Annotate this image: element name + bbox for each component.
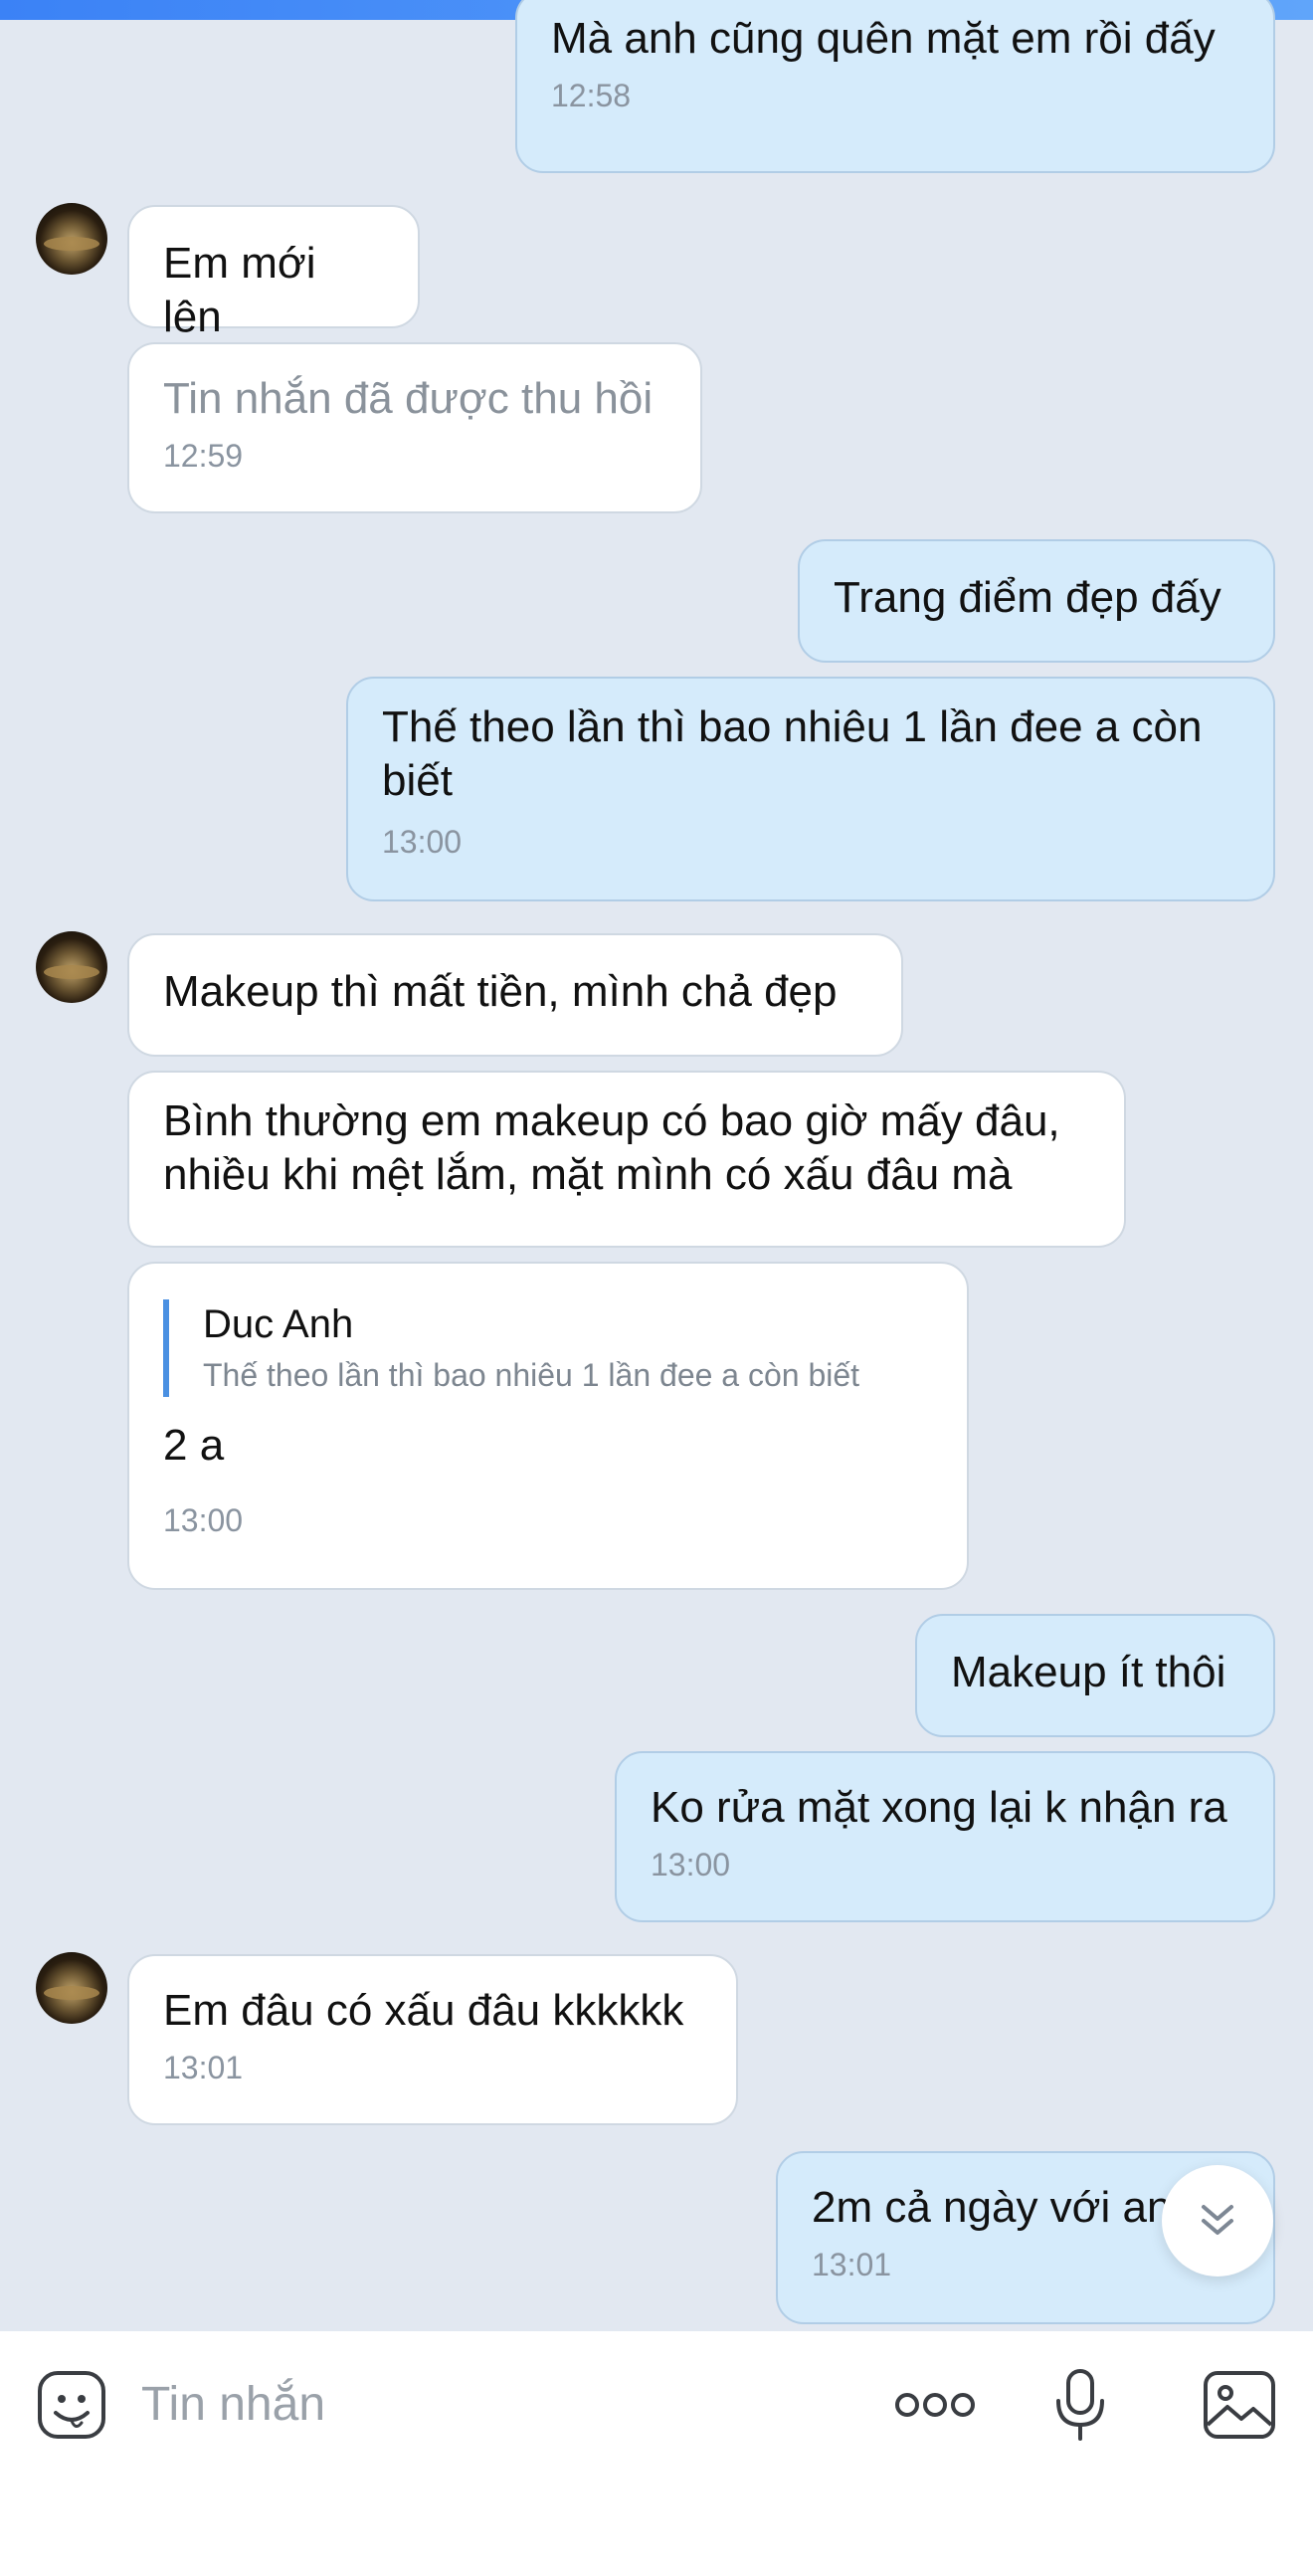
contact-avatar[interactable]	[36, 1952, 107, 2024]
message-input[interactable]: Tin nhắn	[141, 2375, 325, 2435]
message-incoming[interactable]: Makeup thì mất tiền, mình chả đẹp	[127, 933, 903, 1057]
message-text: Bình thường em makeup có bao giờ mấy đâu…	[163, 1096, 1072, 1199]
message-recalled-text: Tin nhắn đã được thu hồi	[163, 374, 654, 423]
message-text: Makeup ít thôi	[951, 1648, 1226, 1696]
message-time: 12:58	[551, 78, 632, 113]
scroll-to-bottom-button[interactable]	[1162, 2165, 1273, 2277]
contact-avatar[interactable]	[36, 203, 107, 275]
contact-avatar[interactable]	[36, 931, 107, 1003]
message-incoming[interactable]: Em đâu có xấu đâu kkkkkk 13:01	[127, 1954, 738, 2125]
quoted-sender-name: Duc Anh	[203, 1302, 354, 1346]
message-text: 2 a	[163, 1421, 225, 1470]
microphone-icon[interactable]	[1050, 2367, 1110, 2443]
message-outgoing[interactable]: Mà anh cũng quên mặt em rồi đấy 12:58	[515, 0, 1275, 173]
message-composer: Tin nhắn	[0, 2331, 1313, 2576]
emoji-icon[interactable]	[36, 2369, 107, 2441]
quoted-text: Thế theo lần thì bao nhiêu 1 lần đee a c…	[203, 1357, 860, 1393]
message-incoming[interactable]: Bình thường em makeup có bao giờ mấy đâu…	[127, 1071, 1126, 1248]
message-time: 13:00	[382, 824, 463, 860]
message-text: Mà anh cũng quên mặt em rồi đấy	[551, 14, 1216, 63]
message-text: Thế theo lần thì bao nhiêu 1 lần đee a c…	[382, 702, 1215, 805]
quoted-message[interactable]: Duc Anh Thế theo lần thì bao nhiêu 1 lần…	[163, 1299, 933, 1397]
message-reply[interactable]: Duc Anh Thế theo lần thì bao nhiêu 1 lần…	[127, 1262, 969, 1590]
message-text: Em mới lên	[163, 239, 328, 341]
more-icon[interactable]	[895, 2387, 975, 2423]
composer-row: Tin nhắn	[0, 2331, 1313, 2477]
message-outgoing[interactable]: Thế theo lần thì bao nhiêu 1 lần đee a c…	[346, 677, 1275, 901]
message-time: 13:00	[163, 1502, 244, 1538]
message-outgoing[interactable]: Trang điểm đẹp đấy	[798, 539, 1275, 663]
message-text: Trang điểm đẹp đấy	[834, 573, 1221, 622]
message-recalled[interactable]: Tin nhắn đã được thu hồi 12:59	[127, 342, 702, 513]
image-icon[interactable]	[1202, 2369, 1277, 2441]
message-time: 12:59	[163, 438, 244, 474]
message-text: Em đâu có xấu đâu kkkkkk	[163, 1986, 684, 2035]
message-outgoing[interactable]: Ko rửa mặt xong lại k nhận ra 13:00	[615, 1751, 1275, 1922]
double-chevron-down-icon	[1202, 2205, 1233, 2235]
message-outgoing[interactable]: Makeup ít thôi	[915, 1614, 1275, 1737]
message-time: 13:01	[163, 2050, 244, 2085]
message-text: Ko rửa mặt xong lại k nhận ra	[651, 1783, 1227, 1832]
chat-message-list[interactable]: Mà anh cũng quên mặt em rồi đấy 12:58 Em…	[0, 0, 1313, 2331]
message-time: 13:00	[651, 1847, 731, 1882]
message-incoming[interactable]: Em mới lên	[127, 205, 420, 341]
message-text: Makeup thì mất tiền, mình chả đẹp	[163, 967, 838, 1016]
